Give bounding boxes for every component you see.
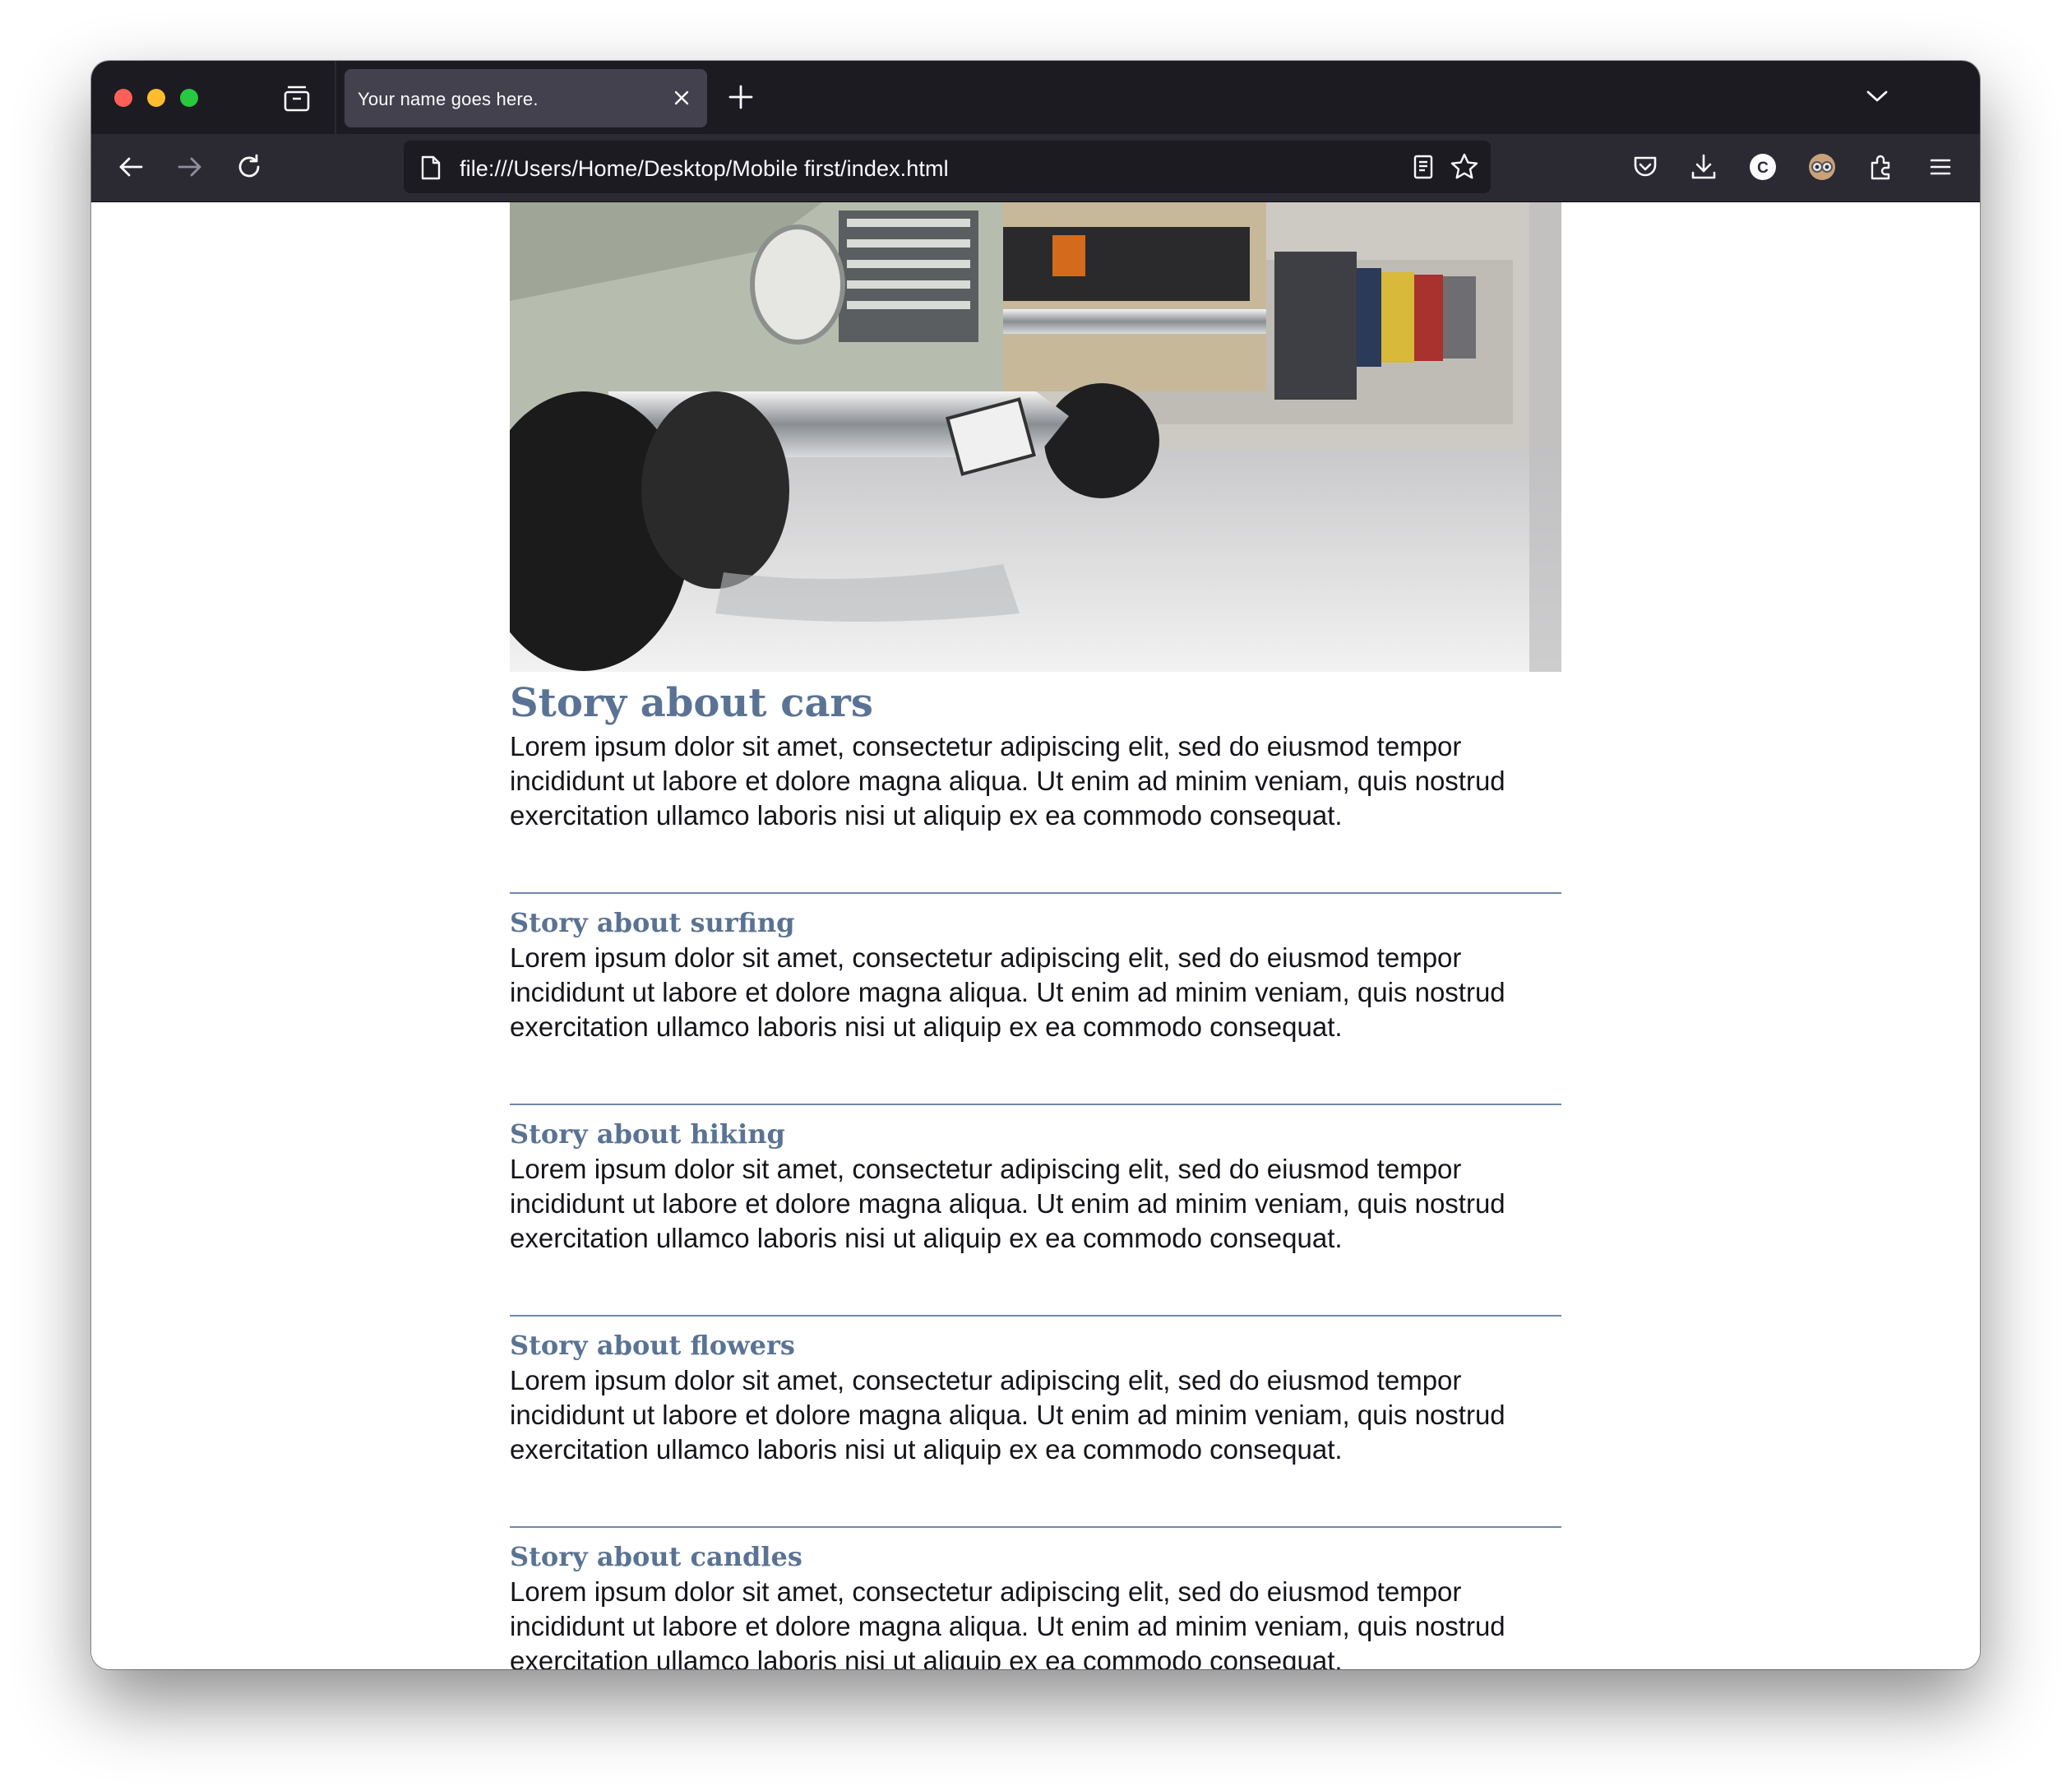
story-title: Story about candles xyxy=(510,1541,802,1572)
url-text[interactable]: file:///Users/Home/Desktop/Mobile first/… xyxy=(460,156,949,182)
reload-icon[interactable] xyxy=(233,150,266,183)
browser-window: Your name goes here. file:///Users/Home/… xyxy=(91,61,1980,1669)
story-title: Story about cars xyxy=(510,680,873,726)
hero-image-cars xyxy=(510,202,1561,672)
menu-icon[interactable] xyxy=(1924,150,1957,183)
story-surfing: Story about surfing Lorem ipsum dolor si… xyxy=(510,905,1561,1044)
story-text: Lorem ipsum dolor sit amet, consectetur … xyxy=(510,1154,1505,1253)
page-viewport[interactable]: Story about cars Lorem ipsum dolor sit a… xyxy=(91,202,1980,1669)
tab-strip: Your name goes here. xyxy=(91,61,1980,134)
tab-active[interactable]: Your name goes here. xyxy=(345,69,707,127)
pocket-icon[interactable] xyxy=(1629,150,1662,183)
tab-title: Your name goes here. xyxy=(358,89,539,109)
extensions-icon[interactable] xyxy=(1865,150,1898,183)
story-title: Story about flowers xyxy=(510,1330,795,1361)
close-window-button[interactable] xyxy=(114,89,132,107)
story-flowers: Story about flowers Lorem ipsum dolor si… xyxy=(510,1327,1561,1467)
story-featured: Story about cars Lorem ipsum dolor sit a… xyxy=(510,677,1561,833)
story-hiking: Story about hiking Lorem ipsum dolor sit… xyxy=(510,1116,1561,1256)
story-candles: Story about candles Lorem ipsum dolor si… xyxy=(510,1539,1561,1669)
bookmark-star-icon[interactable] xyxy=(1450,152,1479,182)
address-bar[interactable]: file:///Users/Home/Desktop/Mobile first/… xyxy=(404,141,1491,193)
story-text: Lorem ipsum dolor sit amet, consectetur … xyxy=(510,1576,1505,1669)
story-title: Story about hiking xyxy=(510,1118,785,1150)
minimize-window-button[interactable] xyxy=(147,89,165,107)
account-icon[interactable]: C xyxy=(1746,150,1779,183)
extension-avatar-icon[interactable] xyxy=(1806,150,1838,183)
reader-view-icon[interactable] xyxy=(1410,154,1436,180)
story-title: Story about surfing xyxy=(510,907,795,938)
zoom-window-button[interactable] xyxy=(180,89,198,107)
tab-manager-icon[interactable] xyxy=(282,85,312,113)
list-all-tabs-chevron-icon[interactable] xyxy=(1865,84,1889,109)
back-icon[interactable] xyxy=(114,150,147,183)
forward-icon[interactable] xyxy=(173,150,206,183)
story-text: Lorem ipsum dolor sit amet, consectetur … xyxy=(510,1365,1505,1465)
svg-text:C: C xyxy=(1757,160,1769,177)
downloads-icon[interactable] xyxy=(1687,150,1720,183)
hero-image-illustration xyxy=(510,202,1561,672)
close-tab-icon[interactable] xyxy=(669,86,694,110)
new-tab-plus-icon[interactable] xyxy=(726,82,756,112)
page-icon xyxy=(419,155,443,181)
content-column: Story about cars Lorem ipsum dolor sit a… xyxy=(510,202,1561,1669)
story-text: Lorem ipsum dolor sit amet, consectetur … xyxy=(510,731,1505,831)
story-text: Lorem ipsum dolor sit amet, consectetur … xyxy=(510,942,1505,1042)
navigation-toolbar: file:///Users/Home/Desktop/Mobile first/… xyxy=(91,134,1980,202)
tab-strip-divider xyxy=(335,61,336,134)
